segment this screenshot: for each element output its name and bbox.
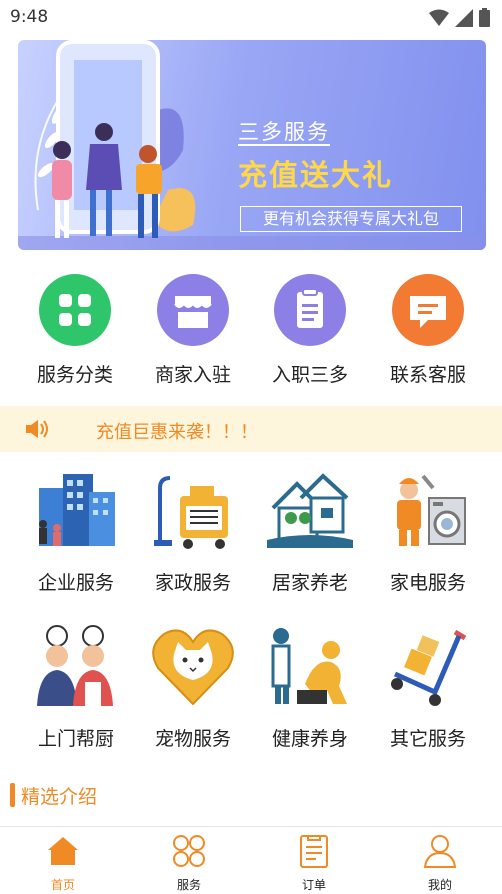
service-label: 家政服务 <box>154 572 231 594</box>
order-icon <box>300 835 328 868</box>
shop-icon <box>157 274 229 346</box>
service-label: 居家养老 <box>271 572 348 594</box>
banner-subtitle: 更有机会获得专属大礼包 <box>240 206 462 232</box>
banner-underline <box>238 144 330 146</box>
signal-icon <box>455 8 473 27</box>
service-other[interactable]: 其它服务 <box>369 624 487 751</box>
notice-bar[interactable]: 充值巨惠来袭！！！ <box>0 406 502 452</box>
service-label: 健康养身 <box>271 728 348 750</box>
service-wellness[interactable]: 健康养身 <box>251 624 369 751</box>
wifi-icon <box>429 9 449 26</box>
service-home-chef[interactable]: 上门帮厨 <box>17 624 135 751</box>
chat-icon <box>392 274 464 346</box>
quick-item-service-category[interactable]: 服务分类 <box>20 270 130 387</box>
tab-home[interactable]: 首页 <box>18 833 108 893</box>
quick-label: 商家入驻 <box>154 364 231 386</box>
promo-banner[interactable]: 三多服务 充值送大礼 更有机会获得专属大礼包 <box>18 40 486 250</box>
clipboard-icon <box>274 274 346 346</box>
quick-label: 联系客服 <box>389 364 466 386</box>
tab-label: 订单 <box>301 878 326 892</box>
tab-label: 我的 <box>427 878 452 892</box>
quick-item-merchant-join[interactable]: 商家入驻 <box>138 270 248 387</box>
service-label: 上门帮厨 <box>37 728 114 750</box>
banner-title: 充值送大礼 <box>238 158 394 192</box>
service-label: 企业服务 <box>37 572 114 594</box>
banner-brand: 三多服务 <box>238 120 330 144</box>
appliance-repair-icon <box>397 474 466 546</box>
services-icon <box>173 835 205 867</box>
service-label: 其它服务 <box>389 728 466 750</box>
massage-icon <box>271 628 347 704</box>
user-icon <box>423 835 457 868</box>
quick-label: 入职三多 <box>271 364 348 386</box>
bottom-tab-bar: 首页 服务 订单 我的 <box>0 826 502 894</box>
grid-icon <box>39 274 111 346</box>
service-housekeeping[interactable]: 家政服务 <box>134 468 252 595</box>
featured-section-header: 精选介绍 <box>10 782 97 808</box>
tab-profile[interactable]: 我的 <box>395 833 485 893</box>
service-elderly-care[interactable]: 居家养老 <box>251 468 369 595</box>
service-pet[interactable]: 宠物服务 <box>134 624 252 751</box>
office-building-icon <box>39 474 115 546</box>
quick-item-join-sanduo[interactable]: 入职三多 <box>255 270 365 387</box>
tab-label: 首页 <box>50 878 75 892</box>
quick-item-contact-support[interactable]: 联系客服 <box>373 270 483 387</box>
chef-icon <box>37 625 113 706</box>
quick-menu: 服务分类 商家入驻 入职三多 联系客服 <box>0 270 502 390</box>
speaker-icon <box>26 420 48 438</box>
service-appliance[interactable]: 家电服务 <box>369 468 487 595</box>
notice-text: 充值巨惠来袭！！！ <box>96 422 258 443</box>
tab-services[interactable]: 服务 <box>144 833 234 893</box>
hand-truck-icon <box>391 629 467 706</box>
cat-heart-icon <box>152 629 234 706</box>
home-icon <box>48 837 78 865</box>
tab-label: 服务 <box>176 878 201 892</box>
elderly-home-icon <box>267 473 353 548</box>
section-title: 精选介绍 <box>21 785 98 808</box>
section-accent-bar <box>10 783 15 807</box>
service-label: 宠物服务 <box>154 728 231 750</box>
service-enterprise[interactable]: 企业服务 <box>17 468 135 595</box>
quick-label: 服务分类 <box>36 364 113 386</box>
service-label: 家电服务 <box>389 572 466 594</box>
status-time: 9:48 <box>10 7 49 27</box>
battery-icon <box>479 8 490 27</box>
vacuum-cleaner-icon <box>154 476 228 549</box>
status-icons <box>429 8 490 27</box>
status-bar: 9:48 <box>0 0 502 34</box>
tab-orders[interactable]: 订单 <box>269 833 359 893</box>
